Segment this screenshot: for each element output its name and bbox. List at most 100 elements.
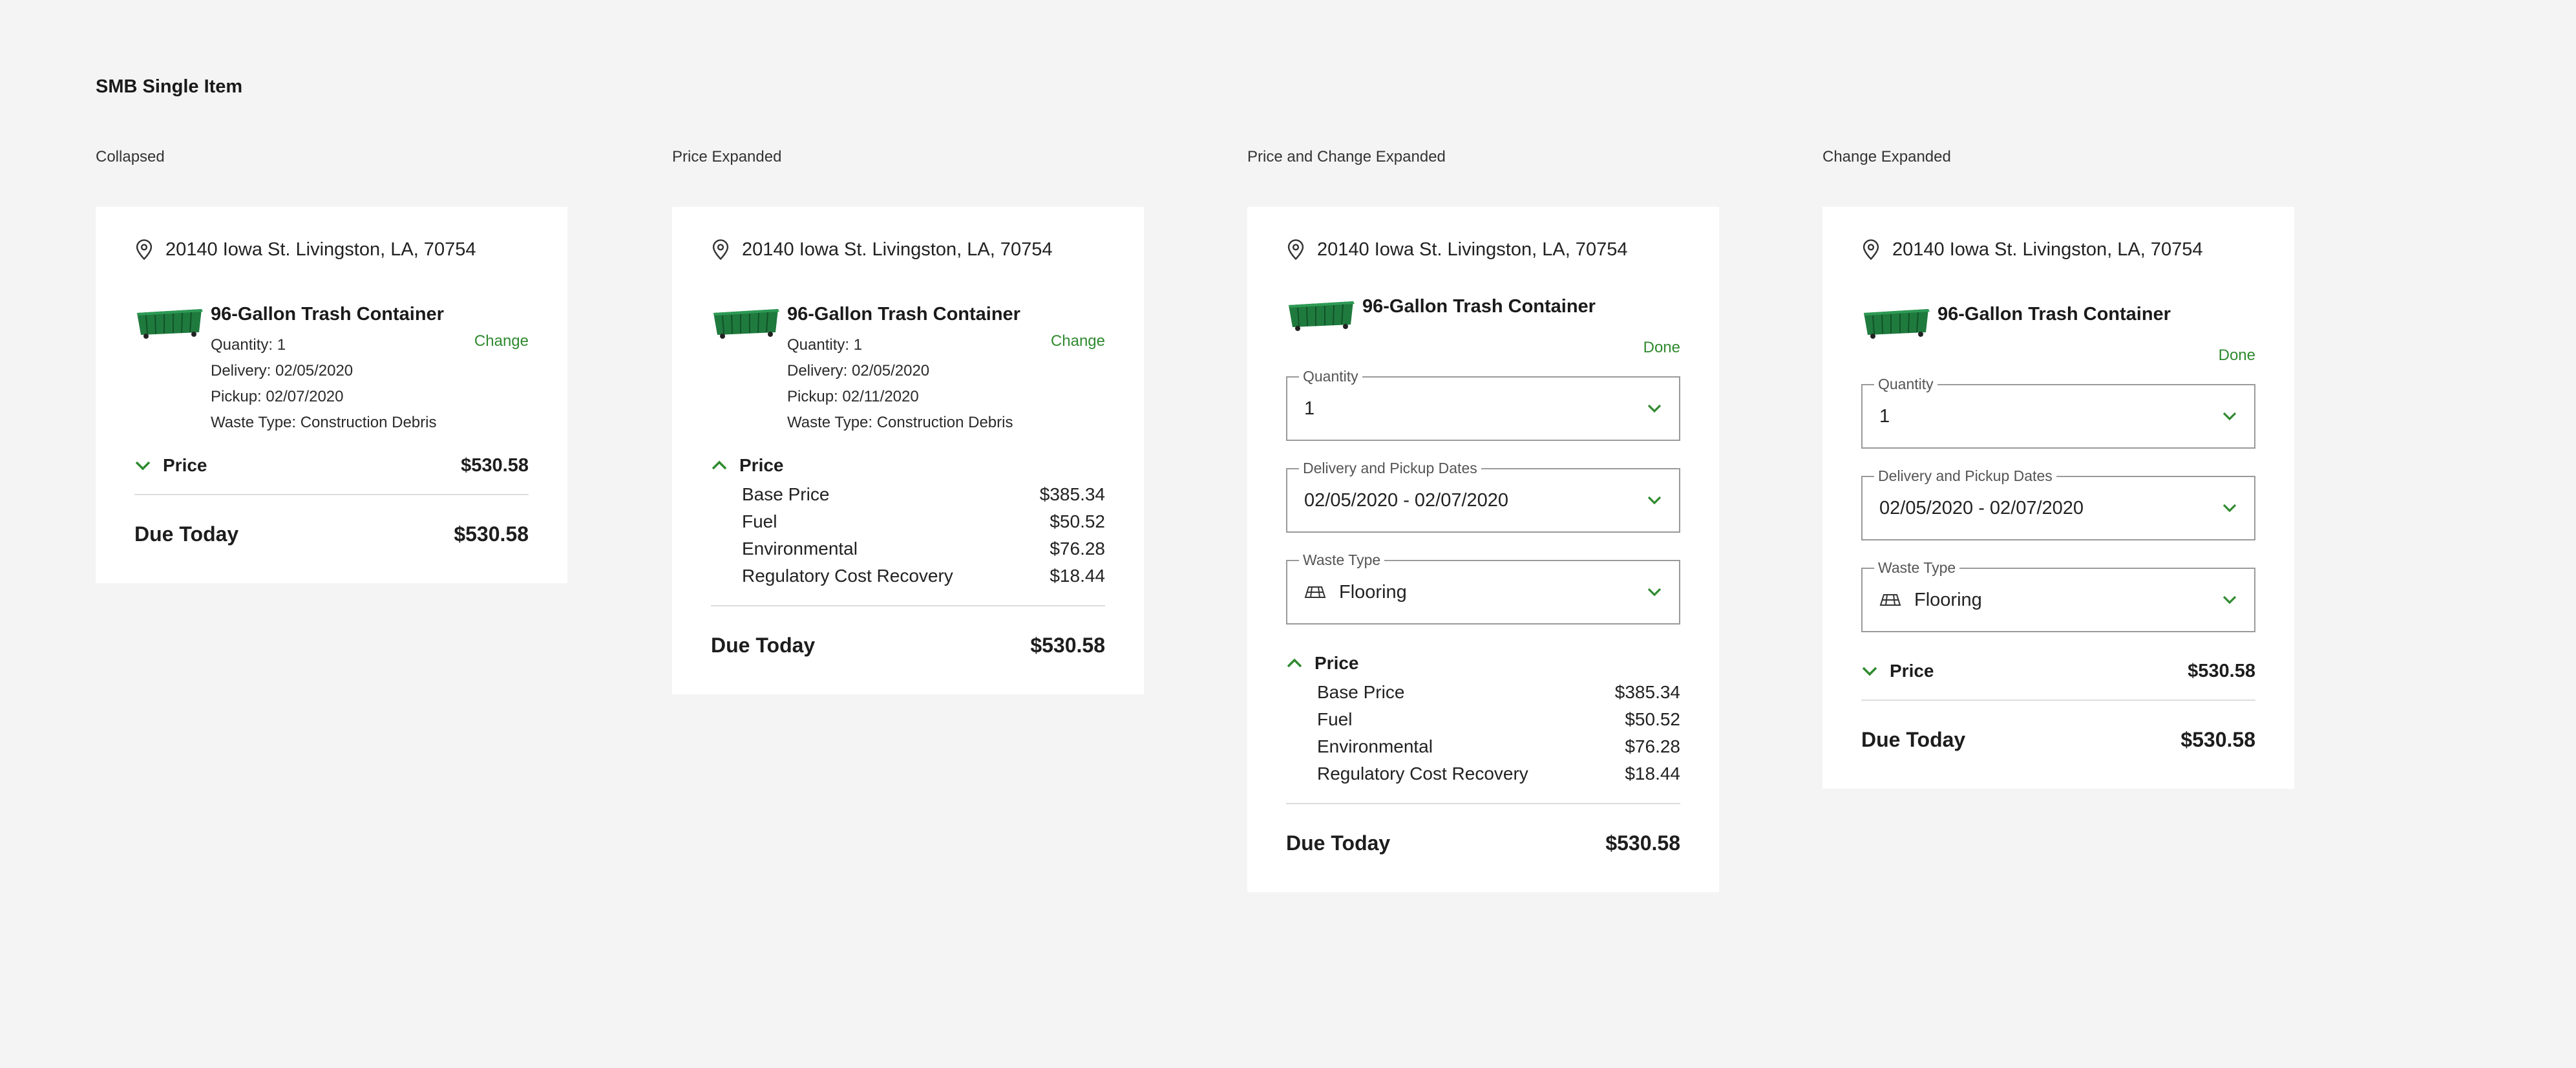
breakdown-row: Regulatory Cost Recovery $18.44 [742,562,1105,590]
map-pin-icon [1863,239,1879,261]
chevron-down-icon [2222,504,2237,513]
address-row: 20140 Iowa St. Livingston, LA, 70754 [1861,237,2255,262]
detail-pickup: Pickup: 02/11/2020 [787,388,919,405]
item-row: 96-Gallon Trash Container [1861,303,2255,341]
quantity-select[interactable]: Quantity 1 [1286,368,1680,441]
breakdown-row: Base Price $385.34 [1317,679,1680,706]
divider [711,605,1105,606]
variant-label: Price Expanded [672,148,782,166]
due-today-total: $530.58 [2180,727,2255,751]
trash-container-image [713,309,779,339]
change-link[interactable]: Change [474,332,529,350]
detail-waste-type: Waste Type: Construction Debris [787,414,1013,431]
price-label: Price [739,455,784,475]
price-label: Price [163,455,207,475]
price-total: $530.58 [2188,660,2255,681]
map-pin-icon [136,239,153,261]
map-pin-icon [1287,239,1304,261]
dates-label: Delivery and Pickup Dates [1874,467,2056,484]
due-today-row: Due Today $530.58 [711,631,1105,659]
waste-type-select[interactable]: Waste Type Flooring [1861,559,2255,632]
detail-waste-type: Waste Type: Construction Debris [211,414,437,431]
breakdown-row: Fuel $50.52 [1317,706,1680,733]
waste-type-label: Waste Type [1299,551,1385,568]
item-info: 96-Gallon Trash Container [1362,295,1680,334]
dates-select[interactable]: Delivery and Pickup Dates 02/05/2020 - 0… [1286,460,1680,533]
breakdown-row: Regulatory Cost Recovery $18.44 [1317,760,1680,787]
order-card: 20140 Iowa St. Livingston, LA, 70754 96-… [1822,207,2294,789]
price-toggle[interactable]: Price $530.58 [134,453,529,478]
item-info: 96-Gallon Trash Container [1937,303,2255,341]
address-text: 20140 Iowa St. Livingston, LA, 70754 [165,239,476,260]
item-info: 96-Gallon Trash Container Quantity: 1 De… [787,303,1105,436]
chevron-down-icon [135,461,151,471]
address-row: 20140 Iowa St. Livingston, LA, 70754 [711,237,1105,262]
due-today-row: Due Today $530.58 [1286,829,1680,857]
breakdown-amount: $50.52 [1625,709,1680,729]
breakdown-amount: $18.44 [1050,566,1105,586]
trash-container-image [1289,301,1355,331]
change-link[interactable]: Change [1051,332,1105,350]
due-today-row: Due Today $530.58 [1861,725,2255,754]
order-card: 20140 Iowa St. Livingston, LA, 70754 96-… [672,207,1144,694]
breakdown-amount: $385.34 [1039,484,1105,504]
waste-type-select[interactable]: Waste Type Flooring [1286,551,1680,625]
variant-collapsed: Collapsed 20140 Iowa St. Livingston, LA,… [96,146,567,583]
waste-type-value-wrap: Flooring [1879,590,2222,611]
item-row: 96-Gallon Trash Container [1286,295,1680,334]
order-card: 20140 Iowa St. Livingston, LA, 70754 96-… [1247,207,1719,892]
quantity-label: Quantity [1874,376,1937,392]
item-title: 96-Gallon Trash Container [787,304,1020,325]
quantity-label: Quantity [1299,368,1362,385]
breakdown-amount: $18.44 [1625,764,1680,784]
price-toggle[interactable]: Price [711,453,1105,478]
chevron-down-icon [2222,595,2237,604]
price-toggle[interactable]: Price $530.58 [1861,658,2255,684]
due-today-row: Due Today $530.58 [134,520,529,548]
breakdown-row: Environmental $76.28 [1317,733,1680,760]
chevron-down-icon [1647,404,1662,413]
chevron-up-icon [712,460,727,470]
order-card: 20140 Iowa St. Livingston, LA, 70754 96-… [96,207,567,583]
item-row: 96-Gallon Trash Container Quantity: 1 De… [711,303,1105,436]
price-total: $530.58 [461,454,529,476]
price-toggle[interactable]: Price [1286,650,1680,676]
address-text: 20140 Iowa St. Livingston, LA, 70754 [742,239,1053,260]
done-link[interactable]: Done [1286,339,1680,357]
dates-select[interactable]: Delivery and Pickup Dates 02/05/2020 - 0… [1861,467,2255,540]
due-today-total: $530.58 [1605,831,1680,855]
address-text: 20140 Iowa St. Livingston, LA, 70754 [1892,239,2203,260]
variant-label: Collapsed [96,148,165,166]
price-label: Price [1314,653,1359,673]
quantity-select[interactable]: Quantity 1 [1861,376,2255,449]
detail-delivery: Delivery: 02/05/2020 [787,362,930,379]
breakdown-row: Fuel $50.52 [742,508,1105,535]
price-label: Price [1890,661,1934,681]
done-link[interactable]: Done [1861,347,2255,365]
dates-value: 02/05/2020 - 02/07/2020 [1304,489,1509,511]
price-breakdown: Base Price $385.34 Fuel $50.52 Environment… [742,481,1105,590]
variant-price-and-change-expanded: Price and Change Expanded 20140 Iowa St.… [1247,146,1719,892]
due-today-total: $530.58 [1030,633,1105,657]
variant-change-expanded: Change Expanded 20140 Iowa St. Livingsto… [1822,146,2294,789]
chevron-up-icon [1287,658,1302,668]
flooring-icon [1304,586,1326,598]
item-title: 96-Gallon Trash Container [211,304,444,325]
detail-pickup: Pickup: 02/07/2020 [211,388,344,405]
breakdown-amount: $76.28 [1625,736,1680,756]
address-row: 20140 Iowa St. Livingston, LA, 70754 [1286,237,1680,262]
divider [134,494,529,495]
due-today-label: Due Today [1286,831,1391,855]
divider [1861,700,2255,701]
quantity-value: 1 [1879,405,1890,427]
detail-delivery: Delivery: 02/05/2020 [211,362,354,379]
due-today-label: Due Today [711,633,816,657]
item-info: 96-Gallon Trash Container Quantity: 1 De… [211,303,529,436]
due-today-label: Due Today [134,522,239,546]
address-text: 20140 Iowa St. Livingston, LA, 70754 [1317,239,1628,260]
variant-label: Price and Change Expanded [1247,148,1446,166]
chevron-down-icon [2222,412,2237,421]
trash-container-image [1864,309,1930,339]
address-row: 20140 Iowa St. Livingston, LA, 70754 [134,237,529,262]
trash-container-image [137,309,203,339]
